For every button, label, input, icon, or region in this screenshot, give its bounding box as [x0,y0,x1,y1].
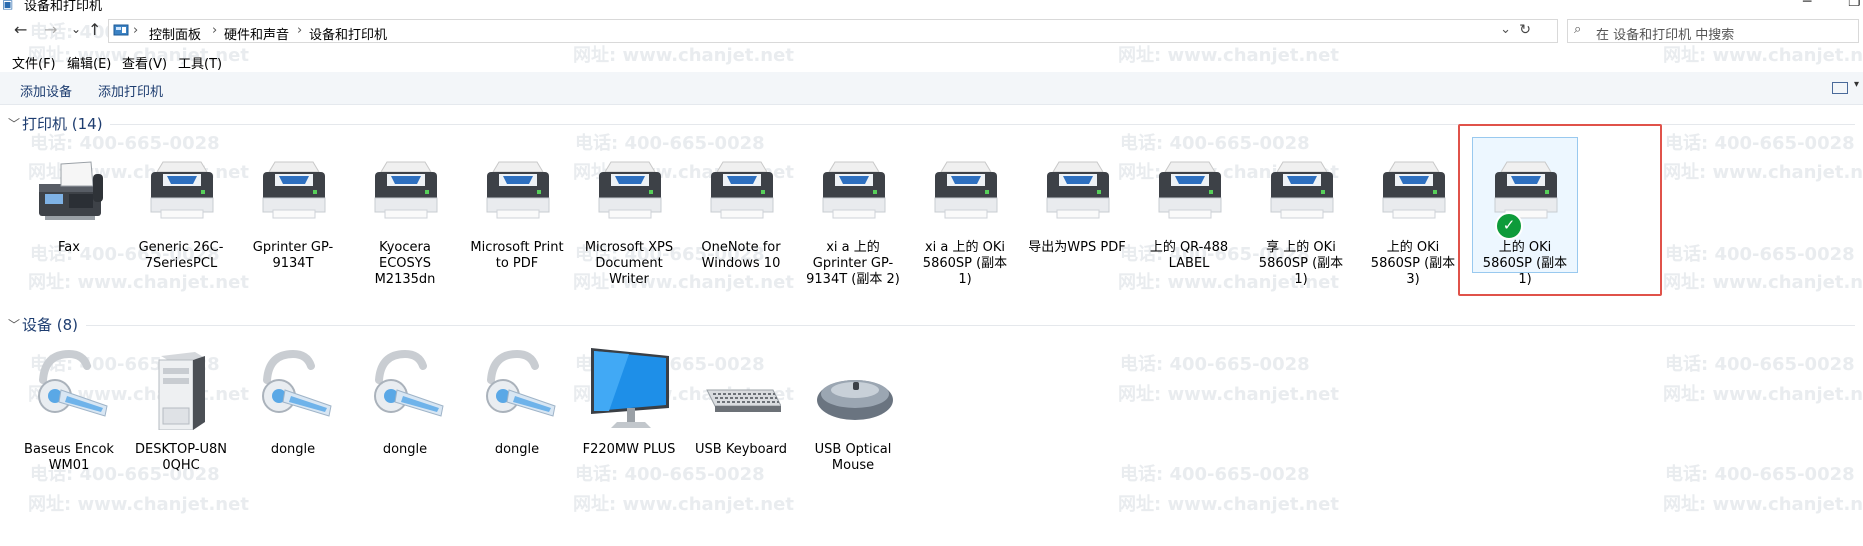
printer-icon [710,161,774,219]
printer-icon [822,161,886,219]
watermark-text: 电话: 400-665-0028 [1665,354,1855,375]
printer-icon [1158,161,1222,219]
printer-label: Microsoft Print to PDF [470,240,564,271]
printer-label: Kyocera ECOSYS M2135dn [374,240,436,287]
watermark-text: 网址: www.chanjet.net [573,494,794,515]
printer-icon [1270,161,1334,219]
printer-label: Gprinter GP-9134T [252,240,334,271]
device-label: USB Optical Mouse [814,442,892,473]
back-arrow-icon[interactable]: ← [14,20,27,39]
printer-label: Microsoft XPS Document Writer [584,240,674,287]
collapse-chevron-icon[interactable]: ﹀ [8,115,20,132]
menu-edit[interactable]: 编辑(E) [67,53,111,72]
view-dropdown-icon[interactable]: ▾ [1854,79,1859,90]
breadcrumb-separator-icon: › [133,23,139,38]
address-field[interactable]: › 控制面板 › 硬件和声音 › 设备和打印机 ⌄ ↻ [108,19,1558,43]
device-label: Baseus Encok WM01 [24,442,114,473]
mouse-icon [817,380,893,420]
search-icon: ⌕ [1574,22,1582,37]
group-divider [86,325,1855,326]
printer-icon [150,161,214,219]
printer-icon [934,161,998,219]
printer-icon [1046,161,1110,219]
watermark-row: 网址: www.chanjet.net 网址: www.chanjet.net 网址… [0,490,1863,516]
add-device-button[interactable]: 添加设备 [20,81,72,100]
add-printer-button[interactable]: 添加打印机 [98,81,163,100]
printer-label: 上的 QR-488 LABEL [1149,240,1229,271]
devices-printers-app-icon: ▣ [2,0,14,11]
watermark-row: 电话: 400-665-0028电话: 400-665-0028电话: 400-… [0,460,1863,486]
headset-icon [486,350,556,417]
printers-group-title: 打印机 (14) [22,115,103,133]
watermark-text: 电话: 400-665-0028 [1120,464,1310,485]
headset-icon [374,350,444,417]
minimize-icon[interactable]: ─ [1803,0,1811,10]
watermark-text: 电话: 400-665-0028 [1120,354,1310,375]
menu-bar: 文件(F) 编辑(E) 查看(V) 工具(T) [0,50,1863,72]
watermark-text: 网址: www.chanjet.net [1118,494,1339,515]
command-bar: 添加设备 添加打印机 ▾ [0,72,1863,105]
watermark-text: 电话: 400-665-0028 [1665,244,1855,265]
monitor-icon [591,348,669,428]
keyboard-icon [706,389,781,412]
watermark-text: 网址: www.chanjet.net [1118,384,1339,405]
headset-icon [262,350,332,417]
printer-label: xi a 上的 Gprinter GP-9134T (副本 2) [806,240,900,287]
up-arrow-icon[interactable]: ↑ [88,20,101,39]
recent-locations-icon[interactable]: ⌄ [71,22,81,36]
watermark-text: 网址: www.chanjet.net [1663,162,1863,183]
computer-tower-icon [158,352,205,430]
printer-icon [262,161,326,219]
watermark-text: 网址: www.chanjet.net [1663,272,1863,293]
address-dropdown-icon[interactable]: ⌄ [1500,22,1511,37]
window-title: 设备和打印机 [24,0,103,14]
change-view-icon[interactable] [1832,82,1848,94]
printer-label: OneNote for Windows 10 [701,240,781,271]
printer-label: 导出为WPS PDF [1028,240,1126,255]
printer-icon [374,161,438,219]
breadcrumb-separator-icon: › [297,23,303,38]
printer-label: xi a 上的 OKi 5860SP (副本 1) [922,240,1008,287]
breadcrumb-separator-icon: › [212,23,218,38]
annotation-red-box [1458,124,1662,296]
watermark-text: 网址: www.chanjet.net [1663,494,1863,515]
watermark-text: 网址: www.chanjet.net [1663,384,1863,405]
printer-icon [1382,161,1446,219]
watermark-text: 电话: 400-665-0028 [575,133,765,154]
breadcrumb-control-panel[interactable]: 控制面板 [149,24,201,43]
forward-arrow-icon[interactable]: → [44,20,57,39]
printer-icon [486,161,550,219]
collapse-chevron-icon[interactable]: ﹀ [8,316,20,333]
device-label: DESKTOP-U8N 0QHC [135,442,227,473]
printer-label: Generic 26C-7SeriesPCL [138,240,224,271]
menu-view[interactable]: 查看(V) [122,53,167,72]
title-bar: ▣ 设备和打印机 ─ ❐ [0,0,1863,14]
devices-group-title: 设备 (8) [22,316,79,334]
headset-icon [38,350,108,417]
printer-label: 享 上的 OKi 5860SP (副本 1) [1258,240,1344,287]
watermark-text: 电话: 400-665-0028 [1665,133,1855,154]
device-label: dongle [382,442,428,457]
menu-file[interactable]: 文件(F) [12,53,56,72]
address-bar: ← → ⌄ ↑ › 控制面板 › 硬件和声音 › 设备和打印机 ⌄ ↻ ⌕ 在 … [0,16,1863,46]
printer-icon [598,161,662,219]
breadcrumb-hardware-sound[interactable]: 硬件和声音 [224,24,289,43]
refresh-icon[interactable]: ↻ [1519,22,1531,38]
menu-tools[interactable]: 工具(T) [178,53,222,72]
default-printer-check-icon: ✓ [1495,212,1523,240]
watermark-text: 网址: www.chanjet.net [28,494,249,515]
search-placeholder: 在 设备和打印机 中搜索 [1596,28,1735,43]
fax-icon [39,161,103,220]
device-label: F220MW PLUS [582,442,676,457]
device-label: USB Keyboard [695,442,787,457]
device-label: dongle [270,442,316,457]
search-input[interactable]: ⌕ 在 设备和打印机 中搜索 [1567,19,1859,43]
device-label: dongle [494,442,540,457]
printer-label: Fax [58,240,80,255]
control-panel-icon [113,24,129,36]
restore-icon[interactable]: ❐ [1848,0,1861,10]
printer-label: 上的 OKi 5860SP (副本 3) [1370,240,1456,287]
watermark-text: 电话: 400-665-0028 [1665,464,1855,485]
breadcrumb-devices-printers[interactable]: 设备和打印机 [309,24,387,43]
